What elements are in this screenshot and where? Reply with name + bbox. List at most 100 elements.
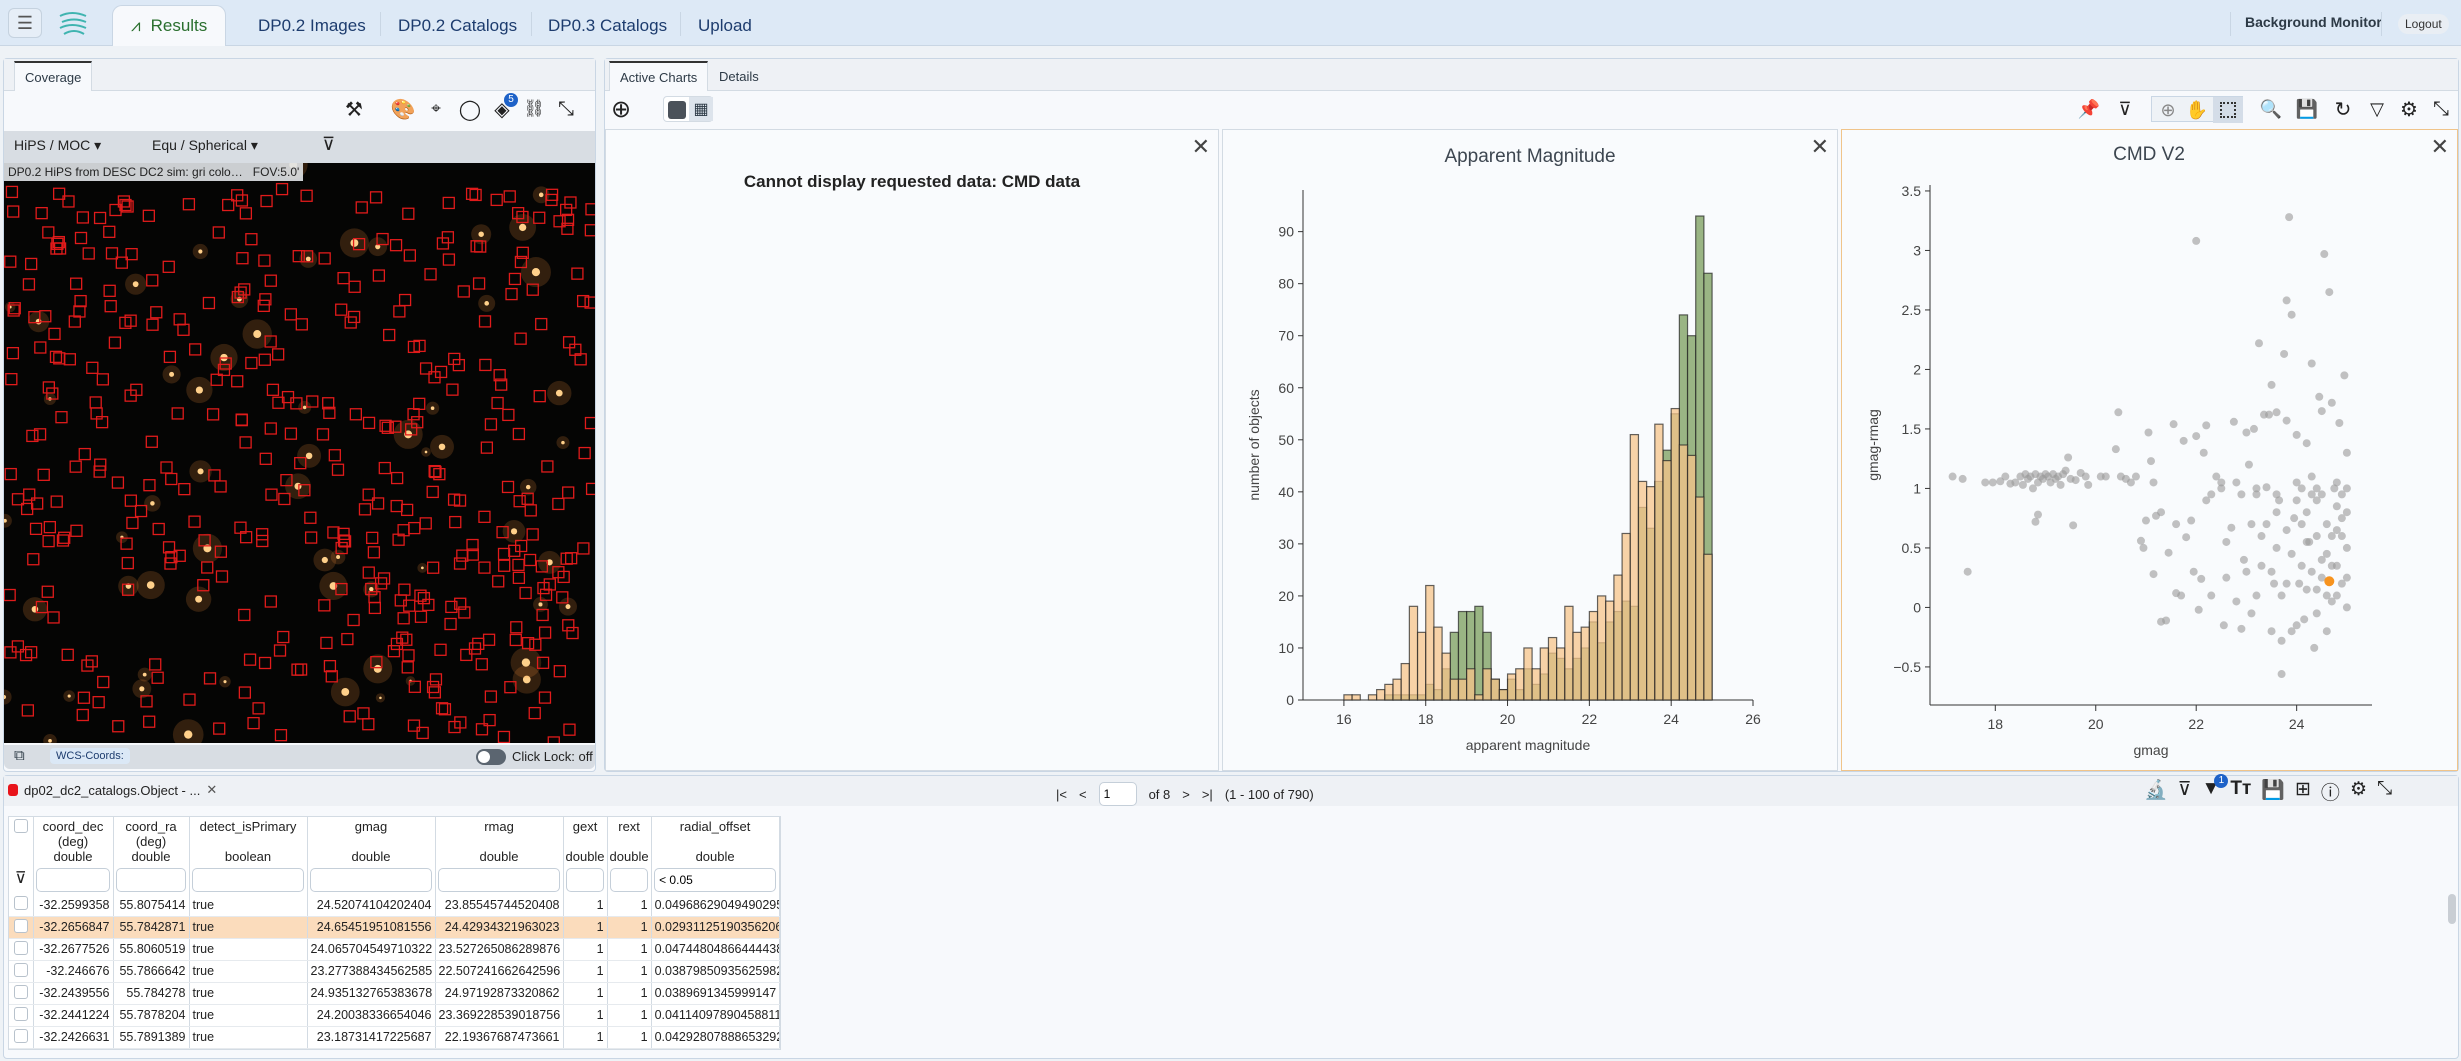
column-filter-input[interactable] [438, 868, 560, 892]
add-column-icon[interactable]: ⊞ [2295, 778, 2311, 805]
histogram-bar-rmag [1483, 669, 1491, 700]
expand-icon[interactable]: ⤡ [2427, 95, 2455, 123]
row-checkbox[interactable] [14, 1029, 28, 1043]
projection-dropdown[interactable]: HiPS / MOC ▾ [14, 137, 101, 154]
external-link-icon[interactable]: ⧉ [14, 747, 25, 764]
catalog-marker [236, 414, 247, 425]
text-size-icon[interactable]: Tт [2230, 778, 2251, 805]
microscope-icon[interactable]: 🔬 [2144, 778, 2168, 805]
data-table: coord_dec(deg)doublecoord_ra(deg)doubled… [8, 816, 781, 1050]
row-checkbox[interactable] [14, 919, 28, 933]
table-scrollbar[interactable] [2448, 894, 2456, 924]
tab-upload[interactable]: Upload [680, 5, 770, 46]
single-view-icon[interactable] [668, 101, 686, 119]
close-icon[interactable]: ✕ [1192, 134, 1210, 160]
clear-filter-icon[interactable]: ⊽ [2178, 778, 2192, 805]
column-header-rext[interactable]: rext double [607, 817, 651, 866]
table-row[interactable]: -32.242663155.7891389true23.187314172256… [9, 1026, 779, 1048]
table-row[interactable]: -32.243955655.784278true24.9351327653836… [9, 982, 779, 1004]
reset-zoom-icon[interactable]: 🔍 [2257, 95, 2285, 123]
expand-icon[interactable]: ⤡ [552, 95, 580, 123]
save-icon[interactable]: 💾 [2261, 778, 2285, 805]
row-checkbox[interactable] [14, 985, 28, 999]
click-lock-toggle[interactable] [476, 749, 506, 765]
column-filter-input[interactable] [192, 868, 304, 892]
unlink-icon[interactable]: ⛓ [520, 95, 548, 123]
histogram-chart[interactable]: Apparent Magnitude0102030405060708090161… [1223, 130, 1837, 770]
table-row[interactable]: -32.265684755.7842871true24.654519510815… [9, 916, 779, 938]
row-checkbox[interactable] [14, 941, 28, 955]
column-header-rmag[interactable]: rmag double [435, 817, 563, 866]
row-checkbox[interactable] [14, 1007, 28, 1021]
star [184, 730, 192, 738]
column-header-coord_ra[interactable]: coord_ra(deg)double [113, 817, 189, 866]
next-page-icon[interactable]: > [1182, 787, 1190, 802]
column-filter-input[interactable] [310, 868, 432, 892]
palette-icon[interactable]: 🎨 [389, 95, 417, 123]
tools-icon[interactable]: ⚒ [340, 95, 368, 123]
table-tab[interactable]: dp02_dc2_catalogs.Object - ... ✕ [8, 782, 217, 798]
column-filter-input[interactable] [566, 868, 604, 892]
first-page-icon[interactable]: |< [1056, 787, 1067, 802]
zoom-in-icon[interactable]: ⊕ [2154, 97, 2182, 123]
table-row[interactable]: -32.24667655.7866642true23.2773884345625… [9, 960, 779, 982]
table-row[interactable]: -32.267752655.8060519true24.065704549710… [9, 938, 779, 960]
column-filter-input[interactable] [610, 868, 648, 892]
column-header-gmag[interactable]: gmag double [307, 817, 435, 866]
filter-icon[interactable]: ▼1 [2202, 778, 2221, 805]
column-header-coord_dec[interactable]: coord_dec(deg)double [33, 817, 113, 866]
save-icon[interactable]: 💾 [2293, 95, 2321, 123]
expand-icon[interactable]: ⤡ [2377, 778, 2392, 805]
column-filter-input[interactable] [116, 868, 186, 892]
column-header-detect_isPrimary[interactable]: detect_isPrimary boolean [189, 817, 307, 866]
coordinate-system-dropdown[interactable]: Equ / Spherical ▾ [152, 137, 258, 154]
layers-icon[interactable]: ◈ 5 [488, 95, 516, 123]
settings-gear-icon[interactable]: ⚙ [2395, 95, 2423, 123]
select-all-checkbox[interactable] [14, 819, 28, 833]
select-box-icon[interactable] [2213, 97, 2243, 123]
menu-button[interactable]: ☰ [8, 8, 42, 38]
close-icon[interactable]: ✕ [2431, 134, 2449, 160]
catalog-marker [36, 208, 47, 219]
lasso-icon[interactable]: ◯ [456, 95, 484, 123]
row-checkbox[interactable] [14, 896, 28, 910]
column-filter-input[interactable] [654, 868, 776, 892]
column-header-gext[interactable]: gext double [563, 817, 607, 866]
add-chart-icon[interactable]: ⊕ [607, 95, 635, 123]
pin-icon[interactable]: 📌 [2075, 95, 2103, 123]
close-icon[interactable]: ✕ [1811, 134, 1829, 160]
clear-filter-icon[interactable]: ⊽ [2111, 95, 2139, 123]
table-row[interactable]: -32.244122455.7878204true24.200383366540… [9, 1004, 779, 1026]
row-checkbox[interactable] [14, 963, 28, 977]
page-input[interactable] [1099, 782, 1137, 806]
tab-coverage[interactable]: Coverage [14, 61, 92, 91]
clear-filter-icon[interactable]: ⊽ [322, 134, 335, 155]
filter-icon[interactable]: ▽ [2363, 95, 2391, 123]
tab-active-charts[interactable]: Active Charts [609, 61, 708, 91]
background-monitor-button[interactable]: Background Monitor [2245, 14, 2382, 30]
catalog-marker [257, 529, 268, 540]
tab-details[interactable]: Details [709, 61, 769, 91]
pan-hand-icon[interactable]: ✋ [2183, 97, 2211, 123]
info-icon[interactable]: ⓘ [2321, 778, 2340, 805]
settings-gear-icon[interactable]: ⚙ [2350, 778, 2367, 805]
last-page-icon[interactable]: >| [1202, 787, 1213, 802]
restore-icon[interactable]: ↻ [2329, 95, 2357, 123]
tab-results[interactable]: ⩘ Results [112, 5, 226, 46]
close-icon[interactable]: ✕ [206, 782, 217, 798]
sky-image-viewer[interactable]: DP0.2 HiPS from DESC DC2 sim: gri colo… … [4, 163, 595, 743]
recenter-icon[interactable]: ⌖ [422, 95, 450, 123]
column-filter-input[interactable] [36, 868, 110, 892]
tab-dp02-catalogs[interactable]: DP0.2 Catalogs [380, 5, 535, 46]
tab-dp02-images[interactable]: DP0.2 Images [240, 5, 384, 46]
logout-button[interactable]: Logout [2398, 14, 2449, 34]
tab-dp03-catalogs[interactable]: DP0.3 Catalogs [530, 5, 685, 46]
prev-page-icon[interactable]: < [1079, 787, 1087, 802]
column-header-radial_offset[interactable]: radial_offset double [651, 817, 779, 866]
scatter-chart[interactable]: CMD V2−0.500.511.522.533.518202224gmaggm… [1842, 130, 2457, 770]
catalog-marker [499, 548, 510, 559]
row-select-cell [9, 916, 33, 938]
catalog-marker [23, 279, 34, 290]
grid-view-icon[interactable]: ▦ [689, 97, 713, 121]
table-row[interactable]: -32.259935855.8075414true24.520741042024… [9, 894, 779, 916]
